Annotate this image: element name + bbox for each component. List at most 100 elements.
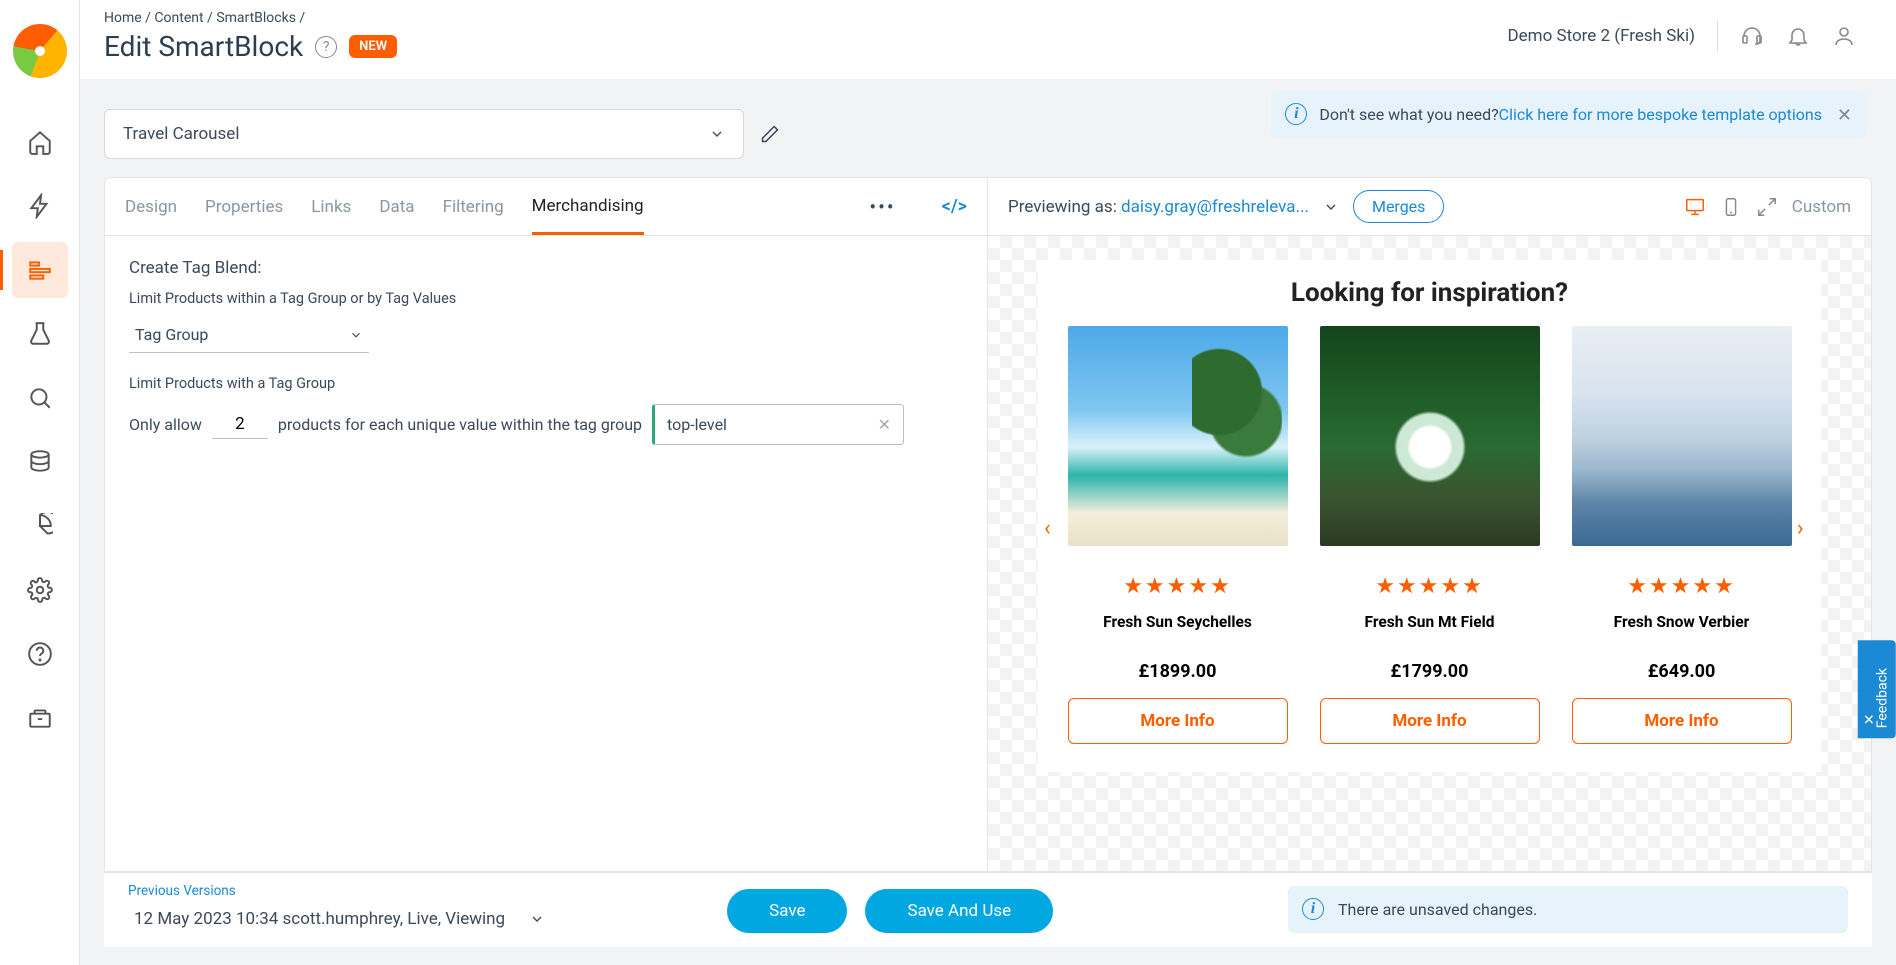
bell-icon[interactable] bbox=[1786, 24, 1810, 48]
info-banner: i Don't see what you need? Click here fo… bbox=[1271, 91, 1866, 138]
preview-panel: Previewing as: daisy.gray@freshreleva...… bbox=[988, 178, 1871, 871]
code-icon[interactable]: </> bbox=[942, 196, 967, 217]
nav-data[interactable] bbox=[12, 434, 68, 490]
nav-smartblocks[interactable] bbox=[12, 242, 68, 298]
info-icon: i bbox=[1285, 103, 1307, 125]
tag-input[interactable]: top-level ✕ bbox=[652, 404, 904, 445]
tab-properties[interactable]: Properties bbox=[205, 181, 283, 233]
more-info-button[interactable]: More Info bbox=[1572, 698, 1792, 744]
nav-reports[interactable] bbox=[12, 498, 68, 554]
flask-icon bbox=[27, 321, 53, 347]
product-card: ★★★★★ Fresh Snow Verbier £649.00 More In… bbox=[1572, 326, 1792, 744]
limit2-label: Limit Products with a Tag Group bbox=[129, 375, 963, 392]
close-icon[interactable]: ✕ bbox=[1863, 712, 1875, 728]
custom-label[interactable]: Custom bbox=[1792, 197, 1851, 217]
only-allow-suffix: products for each unique value within th… bbox=[278, 415, 642, 434]
chevron-down-icon bbox=[349, 328, 363, 342]
product-name: Fresh Sun Mt Field bbox=[1320, 613, 1540, 631]
carousel-title: Looking for inspiration? bbox=[1048, 278, 1811, 308]
unsaved-banner: i There are unsaved changes. bbox=[1288, 886, 1848, 933]
previous-versions-link[interactable]: Previous Versions bbox=[128, 883, 551, 899]
nav-home[interactable] bbox=[12, 114, 68, 170]
nav-help[interactable] bbox=[12, 626, 68, 682]
chevron-down-icon bbox=[709, 126, 725, 142]
archive-icon bbox=[27, 705, 53, 731]
product-price: £1899.00 bbox=[1068, 661, 1288, 682]
save-button[interactable]: Save bbox=[727, 889, 847, 933]
footer-bar: Previous Versions 12 May 2023 10:34 scot… bbox=[104, 872, 1872, 947]
nav-experiments[interactable] bbox=[12, 306, 68, 362]
nav-archive[interactable] bbox=[12, 690, 68, 746]
product-card: ★★★★★ Fresh Sun Seychelles £1899.00 More… bbox=[1068, 326, 1288, 744]
crumb-content[interactable]: Content bbox=[154, 10, 203, 26]
page-title: Edit SmartBlock bbox=[104, 30, 303, 63]
blocks-icon bbox=[27, 257, 53, 283]
tag-value: top-level bbox=[667, 415, 727, 434]
carousel-prev-icon[interactable]: ‹ bbox=[1044, 516, 1062, 534]
star-rating: ★★★★★ bbox=[1572, 574, 1792, 599]
nav-settings[interactable] bbox=[12, 562, 68, 618]
tab-data[interactable]: Data bbox=[379, 181, 414, 233]
nav-triggers[interactable] bbox=[12, 178, 68, 234]
crumb-smartblocks[interactable]: SmartBlocks bbox=[216, 10, 296, 26]
more-icon[interactable]: ••• bbox=[869, 195, 895, 219]
tab-bar: Design Properties Links Data Filtering M… bbox=[105, 178, 987, 236]
chevron-down-icon[interactable] bbox=[1323, 199, 1339, 215]
tab-merchandising[interactable]: Merchandising bbox=[532, 180, 644, 235]
info-link[interactable]: Click here for more bespoke template opt… bbox=[1499, 105, 1822, 124]
version-value: 12 May 2023 10:34 scott.humphrey, Live, … bbox=[134, 909, 505, 929]
preview-email[interactable]: daisy.gray@freshreleva... bbox=[1121, 197, 1309, 217]
merges-button[interactable]: Merges bbox=[1353, 190, 1444, 223]
side-nav bbox=[0, 0, 80, 965]
product-image bbox=[1572, 326, 1792, 546]
preview-surface: Looking for inspiration? ‹ › ★★★★★ Fresh… bbox=[988, 236, 1871, 871]
expand-icon[interactable] bbox=[1756, 196, 1778, 218]
more-info-button[interactable]: More Info bbox=[1320, 698, 1540, 744]
carousel-next-icon[interactable]: › bbox=[1797, 516, 1815, 534]
product-name: Fresh Snow Verbier bbox=[1572, 613, 1792, 631]
tab-design[interactable]: Design bbox=[125, 181, 177, 233]
tab-filtering[interactable]: Filtering bbox=[443, 181, 504, 233]
product-price: £1799.00 bbox=[1320, 661, 1540, 682]
pie-icon bbox=[27, 513, 53, 539]
tag-group-select[interactable]: Tag Group bbox=[129, 317, 369, 353]
desktop-icon[interactable] bbox=[1684, 196, 1706, 218]
carousel: Looking for inspiration? ‹ › ★★★★★ Fresh… bbox=[1038, 260, 1821, 772]
close-icon[interactable]: ✕ bbox=[1837, 105, 1852, 126]
brand-logo bbox=[13, 24, 67, 78]
info-icon: i bbox=[1302, 898, 1324, 920]
count-input[interactable] bbox=[212, 410, 268, 439]
clear-icon[interactable]: ✕ bbox=[878, 415, 891, 434]
block-title-select[interactable]: Travel Carousel bbox=[104, 109, 744, 159]
tag-group-value: Tag Group bbox=[135, 325, 208, 344]
only-allow-prefix: Only allow bbox=[129, 415, 202, 434]
chevron-down-icon bbox=[529, 911, 545, 927]
star-rating: ★★★★★ bbox=[1320, 574, 1540, 599]
database-icon bbox=[27, 449, 53, 475]
info-text: Don't see what you need? bbox=[1319, 105, 1498, 124]
star-rating: ★★★★★ bbox=[1068, 574, 1288, 599]
product-image bbox=[1320, 326, 1540, 546]
headset-icon[interactable] bbox=[1740, 24, 1764, 48]
edit-icon[interactable] bbox=[760, 124, 780, 144]
version-select[interactable]: 12 May 2023 10:34 scott.humphrey, Live, … bbox=[128, 905, 551, 933]
mobile-icon[interactable] bbox=[1720, 196, 1742, 218]
product-image bbox=[1068, 326, 1288, 546]
nav-search[interactable] bbox=[12, 370, 68, 426]
more-info-button[interactable]: More Info bbox=[1068, 698, 1288, 744]
user-icon[interactable] bbox=[1832, 24, 1856, 48]
unsaved-text: There are unsaved changes. bbox=[1338, 900, 1537, 919]
save-and-use-button[interactable]: Save And Use bbox=[865, 889, 1053, 933]
limit-label: Limit Products within a Tag Group or by … bbox=[129, 290, 963, 307]
help-icon bbox=[27, 641, 53, 667]
form-heading: Create Tag Blend: bbox=[129, 258, 963, 278]
bolt-icon bbox=[27, 193, 53, 219]
help-circle-icon[interactable]: ? bbox=[315, 36, 337, 58]
feedback-tab[interactable]: ✕ Feedback bbox=[1858, 640, 1896, 738]
tab-links[interactable]: Links bbox=[311, 181, 351, 233]
store-name: Demo Store 2 (Fresh Ski) bbox=[1507, 26, 1695, 46]
config-panel: Design Properties Links Data Filtering M… bbox=[105, 178, 988, 871]
product-name: Fresh Sun Seychelles bbox=[1068, 613, 1288, 631]
crumb-home[interactable]: Home bbox=[104, 10, 142, 26]
preview-label: Previewing as: daisy.gray@freshreleva... bbox=[1008, 197, 1309, 217]
